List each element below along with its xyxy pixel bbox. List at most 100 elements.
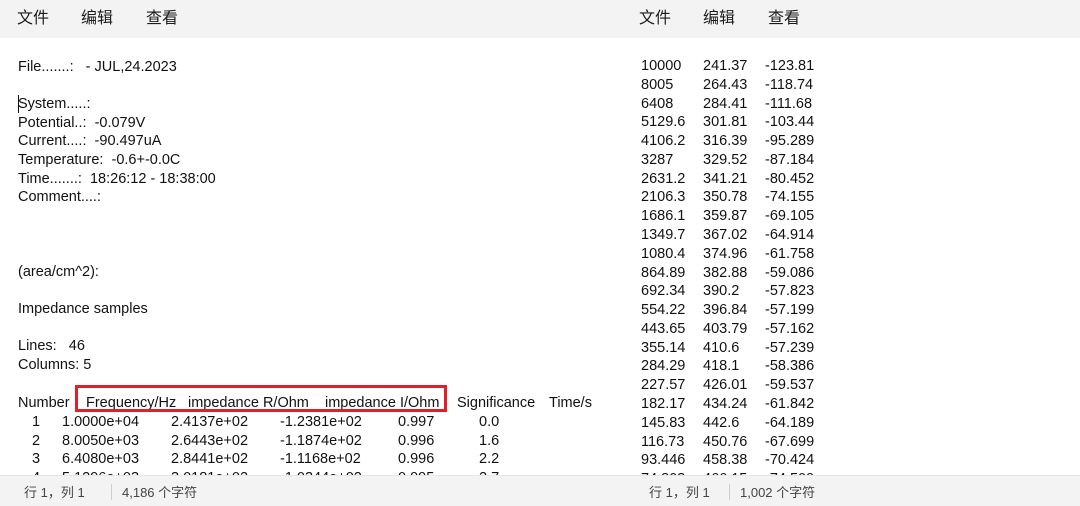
cell-impedance-i: -59.537: [765, 377, 815, 394]
cell-impedance-r: 390.2: [703, 283, 740, 300]
cell-frequency: 93.446: [641, 452, 686, 469]
cell-frequency: 443.65: [641, 320, 686, 337]
cell-impedance-i: -69.105: [765, 208, 815, 225]
status-divider: [111, 484, 112, 500]
cell-frequency: 3287: [641, 151, 674, 168]
cell-number: 2: [32, 432, 41, 449]
right-notepad-window: 文件 编辑 查看 10000 241.37 -123.81 8005 264.43 -11…: [622, 0, 1080, 506]
cell-frequency: 1686.1: [641, 208, 686, 225]
cell-impedance-i: -1.1874e+02: [280, 432, 362, 449]
cell-impedance-r: 329.52: [703, 151, 748, 168]
cell-frequency: 1349.7: [641, 227, 686, 244]
cell-impedance-r: 350.78: [703, 189, 748, 206]
cell-impedance-i: -118.74: [765, 76, 814, 93]
cell-impedance-r: 301.81: [703, 114, 748, 131]
cell-impedance-i: -57.239: [765, 339, 815, 356]
cell-impedance-i: -67.699: [765, 433, 815, 450]
cell-frequency: 2106.3: [641, 189, 686, 206]
menu-file[interactable]: 文件: [17, 9, 49, 29]
column-header-number: Number: [18, 395, 70, 411]
cell-significance: 0.997: [398, 414, 435, 430]
red-highlight-box: [75, 385, 447, 412]
status-bar: 行 1，列 1 1,002 个字符: [622, 475, 1080, 506]
cell-impedance-r: 374.96: [703, 245, 748, 262]
header-line: Comment....:: [18, 189, 101, 206]
cell-impedance-i: -1.2381e+02: [280, 414, 362, 430]
column-header-time: Time/s: [549, 395, 592, 411]
header-line: File.......: - JUL,24.2023: [18, 59, 177, 75]
cell-impedance-r: 418.1: [703, 358, 740, 375]
left-notepad-window: 文件 编辑 查看 File.......: - JUL,24.2023 Syste…: [0, 0, 622, 506]
cell-frequency: 1.0000e+04: [62, 414, 140, 430]
cell-impedance-i: -80.452: [765, 170, 815, 187]
header-line: Time.......: 18:26:12 - 18:38:00: [18, 170, 216, 187]
cell-frequency: 4106.2: [641, 133, 686, 150]
cell-time: 1.6: [479, 432, 500, 449]
cell-impedance-i: -95.289: [765, 133, 815, 150]
menu-view[interactable]: 查看: [146, 9, 178, 29]
character-count: 1,002 个字符: [740, 485, 816, 500]
header-line: Impedance samples: [18, 300, 148, 317]
menu-file[interactable]: 文件: [639, 9, 671, 29]
cell-time: 2.2: [479, 451, 500, 468]
cell-impedance-r: 434.24: [703, 396, 748, 413]
cell-significance: 0.996: [398, 432, 435, 449]
status-divider: [729, 484, 730, 500]
cell-impedance-r: 403.79: [703, 320, 748, 337]
cell-impedance-i: -103.44: [765, 114, 815, 131]
cursor-position: 行 1，列 1: [24, 485, 85, 500]
cell-impedance-r: 382.88: [703, 264, 748, 281]
cell-significance: 0.996: [398, 451, 435, 468]
cell-impedance-r: 241.37: [703, 58, 748, 74]
cell-impedance-r: 410.6: [703, 339, 740, 356]
cell-impedance-i: -64.189: [765, 414, 815, 431]
cell-impedance-i: -123.81: [765, 58, 815, 74]
cell-frequency: 8005: [641, 76, 674, 93]
menu-view[interactable]: 查看: [768, 9, 800, 29]
cell-impedance-r: 2.4137e+02: [171, 414, 249, 430]
menu-edit[interactable]: 编辑: [81, 9, 113, 29]
cell-impedance-i: -64.914: [765, 227, 815, 244]
header-line: Current....: -90.497uA: [18, 133, 162, 150]
cell-impedance-r: 458.38: [703, 452, 748, 469]
cell-impedance-r: 341.21: [703, 170, 748, 187]
cell-impedance-r: 316.39: [703, 133, 748, 150]
cell-impedance-i: -111.68: [765, 95, 813, 112]
text-caret: [18, 95, 19, 113]
character-count: 4,186 个字符: [122, 485, 198, 500]
menu-edit[interactable]: 编辑: [703, 9, 735, 29]
cell-frequency: 182.17: [641, 396, 686, 413]
cell-impedance-r: 284.41: [703, 95, 748, 112]
cell-frequency: 284.29: [641, 358, 686, 375]
cell-number: 3: [32, 451, 41, 468]
cell-impedance-i: -61.758: [765, 245, 815, 262]
header-line: Temperature: -0.6+-0.0C: [18, 152, 181, 168]
header-line: (area/cm^2):: [18, 263, 99, 280]
header-line: Lines: 46: [18, 338, 85, 354]
cell-impedance-i: -1.1168e+02: [280, 451, 361, 468]
cursor-position: 行 1，列 1: [649, 485, 710, 500]
cell-impedance-i: -61.842: [765, 396, 815, 413]
cell-frequency: 145.83: [641, 414, 686, 431]
cell-frequency: 5129.6: [641, 114, 686, 131]
cell-impedance-r: 264.43: [703, 76, 748, 93]
cell-impedance-r: 442.6: [703, 414, 740, 431]
cell-frequency: 116.73: [641, 433, 685, 450]
cell-frequency: 10000: [641, 58, 682, 74]
cell-impedance-i: -59.086: [765, 264, 815, 281]
cell-impedance-i: -87.184: [765, 151, 815, 168]
cell-number: 1: [32, 414, 41, 430]
cell-impedance-r: 367.02: [703, 227, 748, 244]
cell-impedance-i: -70.424: [765, 452, 815, 469]
cell-impedance-r: 2.8441e+02: [171, 451, 249, 468]
column-header-significance: Significance: [457, 395, 536, 411]
text-editor[interactable]: 10000 241.37 -123.81 8005 264.43 -118.74 6408 2…: [622, 38, 1080, 475]
cell-impedance-i: -57.823: [765, 283, 815, 300]
cell-impedance-i: -58.386: [765, 358, 815, 375]
status-bar: 行 1，列 1 4,186 个字符: [0, 475, 622, 506]
cell-frequency: 6408: [641, 95, 674, 112]
cell-frequency: 8.0050e+03: [62, 432, 140, 449]
cell-impedance-i: -57.162: [765, 320, 815, 337]
cell-frequency: 2631.2: [641, 170, 686, 187]
cell-impedance-i: -74.155: [765, 189, 815, 206]
